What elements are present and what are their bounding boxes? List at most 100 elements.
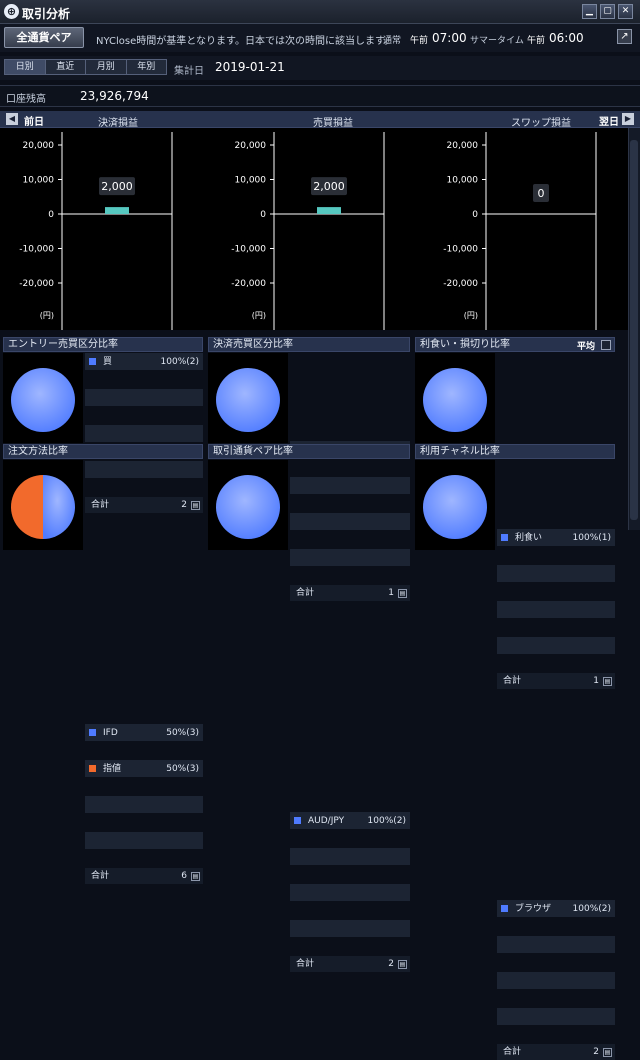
pie-chart xyxy=(3,353,83,443)
average-label: 平均 xyxy=(577,342,596,352)
y-tick-label: 20,000 xyxy=(235,141,267,151)
pie-slice xyxy=(216,475,280,539)
detail-icon[interactable]: ▤ xyxy=(603,1048,612,1057)
legend-item xyxy=(85,425,203,443)
total-value: 6 xyxy=(181,871,187,881)
prev-day-link[interactable]: 前日 xyxy=(24,113,44,128)
legend-swatch xyxy=(294,817,301,824)
legend-item: 指値 50%(3) xyxy=(85,760,203,778)
legend-percent: 100%(1) xyxy=(572,533,611,543)
legend-percent: 100%(2) xyxy=(160,357,199,367)
total-label: 合計 xyxy=(296,959,315,969)
y-tick-label: -20,000 xyxy=(231,279,266,289)
legend-item xyxy=(290,920,410,938)
unit-label: (円) xyxy=(252,311,266,320)
detail-icon[interactable]: ▤ xyxy=(191,872,200,881)
legend-percent: 100%(2) xyxy=(367,816,406,826)
legend-item: AUD/JPY 100%(2) xyxy=(290,812,410,830)
legend-item xyxy=(85,796,203,814)
legend-item: 利食い 100%(1) xyxy=(497,529,615,547)
bar xyxy=(105,207,129,214)
window-title: 取引分析 xyxy=(22,7,71,21)
pie-slice xyxy=(11,475,43,539)
detail-icon[interactable]: ▤ xyxy=(191,501,200,510)
legend-item xyxy=(497,1008,615,1026)
period-tabs: 日別 直近 月別 年別 xyxy=(4,59,167,75)
pie-svg xyxy=(11,368,75,432)
trading-pl-header: 売買損益 xyxy=(313,118,353,129)
legend-item xyxy=(497,637,615,655)
data-label: 2,000 xyxy=(101,180,133,193)
close-icon[interactable]: ✕ xyxy=(618,4,633,19)
pie-svg xyxy=(216,368,280,432)
legend-name: AUD/JPY xyxy=(308,816,345,826)
total-label: 合計 xyxy=(296,588,315,598)
total-value: 2 xyxy=(593,1047,599,1057)
total-row: 合計 6 ▤ xyxy=(85,868,203,884)
y-tick-label: -10,000 xyxy=(443,245,478,255)
y-tick-label: 10,000 xyxy=(447,176,479,186)
total-label: 合計 xyxy=(503,1047,522,1057)
tab-daily[interactable]: 日別 xyxy=(5,60,46,74)
y-tick-label: 10,000 xyxy=(235,176,267,186)
legend-item: IFD 50%(3) xyxy=(85,724,203,742)
pie-chart xyxy=(415,353,495,443)
average-checkbox[interactable] xyxy=(601,340,611,350)
legend-item xyxy=(290,549,410,567)
tab-monthly[interactable]: 月別 xyxy=(86,60,127,74)
time-basis-note: NYClose時間が基準となります。日本では次の時間に該当します。 xyxy=(96,36,394,47)
window-titlebar xyxy=(0,0,640,24)
next-day-arrow-icon[interactable]: ▶ xyxy=(622,113,634,125)
legend-item: 買 100%(2) xyxy=(85,353,203,371)
legend-item xyxy=(290,513,410,531)
total-value: 2 xyxy=(181,500,187,510)
legend-item xyxy=(85,832,203,850)
data-label: 2,000 xyxy=(313,180,345,193)
balance-value: 23,926,794 xyxy=(80,89,149,103)
detail-icon[interactable]: ▤ xyxy=(398,589,407,598)
aggregation-date-label: 集計日 xyxy=(174,66,204,77)
summer-time-label: サマータイム xyxy=(470,36,524,46)
y-tick-label: -20,000 xyxy=(443,279,478,289)
detail-icon[interactable]: ▤ xyxy=(603,677,612,686)
total-label: 合計 xyxy=(91,871,110,881)
popout-icon[interactable]: ↗ xyxy=(617,29,632,44)
y-tick-label: -20,000 xyxy=(19,279,54,289)
minimize-icon[interactable]: ▁ xyxy=(582,4,597,19)
aggregation-date: 2019-01-21 xyxy=(215,60,285,74)
legend-name: 指値 xyxy=(103,764,122,774)
y-tick-label: 0 xyxy=(472,210,478,220)
unit-label: (円) xyxy=(464,311,478,320)
legend-percent: 100%(2) xyxy=(572,904,611,914)
detail-icon[interactable]: ▤ xyxy=(398,960,407,969)
total-value: 1 xyxy=(593,676,599,686)
legend-name: 買 xyxy=(103,357,113,367)
y-tick-label: -10,000 xyxy=(231,245,266,255)
next-day-link[interactable]: 翌日 xyxy=(599,113,619,128)
legend-item xyxy=(85,461,203,479)
pie-chart xyxy=(208,353,288,443)
scrollbar-thumb[interactable] xyxy=(630,140,638,520)
legend-percent: 50%(3) xyxy=(166,728,199,738)
pie-svg xyxy=(216,475,280,539)
pie-slice xyxy=(11,368,75,432)
y-tick-label: -10,000 xyxy=(19,245,54,255)
total-row: 合計 2 ▤ xyxy=(85,497,203,513)
standard-ampm: 午前 xyxy=(410,36,429,46)
prev-day-arrow-icon[interactable]: ◀ xyxy=(6,113,18,125)
summer-ampm: 午前 xyxy=(527,36,546,46)
total-value: 1 xyxy=(388,588,394,598)
tab-recent[interactable]: 直近 xyxy=(46,60,86,74)
maximize-icon[interactable]: ▢ xyxy=(600,4,615,19)
legend-item xyxy=(497,601,615,619)
y-tick-label: 20,000 xyxy=(23,141,55,151)
total-row: 合計 2 ▤ xyxy=(290,956,410,972)
panel-title: 取引通貨ペア比率 xyxy=(208,444,410,459)
bar xyxy=(317,207,341,214)
pl-chart-area: 20,000 10,000 0 -10,000 -20,000 (円) 2,000 20,00… xyxy=(0,128,628,330)
currency-pair-button[interactable]: 全通貨ペア xyxy=(4,27,84,48)
summer-time: 06:00 xyxy=(549,31,584,45)
tab-yearly[interactable]: 年別 xyxy=(127,60,167,74)
total-row: 合計 1 ▤ xyxy=(290,585,410,601)
balance-label: 口座残高 xyxy=(6,94,46,105)
